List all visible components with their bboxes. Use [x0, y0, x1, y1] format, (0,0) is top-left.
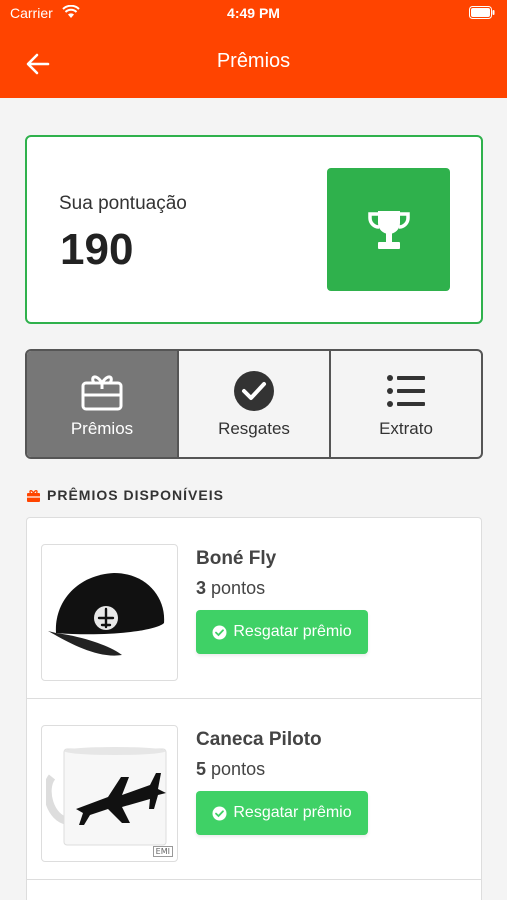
- score-label: Sua pontuação: [59, 193, 187, 214]
- check-circle-icon: [232, 369, 276, 413]
- tab-resgates[interactable]: Resgates: [177, 351, 329, 457]
- section-heading: PRÊMIOS DISPONÍVEIS: [26, 485, 224, 505]
- status-bar: Carrier 4:49 PM: [0, 0, 507, 28]
- tab-label: Prêmios: [70, 419, 134, 438]
- score-card: Sua pontuação 190: [25, 135, 483, 324]
- prize-points: 5 pontos: [196, 759, 266, 779]
- mug-image: EMI: [41, 725, 178, 862]
- check-circle-icon: [212, 806, 227, 820]
- trophy-badge: [327, 168, 450, 291]
- gift-icon: [27, 489, 40, 502]
- cap-image: [41, 544, 178, 681]
- prize-list: Boné Fly 3 pontos Resgatar prêmio EMI Ca…: [26, 517, 482, 900]
- prize-name: Boné Fly: [196, 548, 277, 569]
- trophy-icon: [367, 210, 410, 249]
- redeem-label: Resgatar prêmio: [233, 623, 352, 640]
- mug-icon: [45, 746, 166, 845]
- tab-extrato[interactable]: Extrato: [329, 351, 481, 457]
- tab-premios[interactable]: Prêmios: [27, 351, 177, 457]
- redeem-label: Resgatar prêmio: [233, 804, 352, 821]
- page-title: Prêmios: [216, 50, 291, 72]
- redeem-button[interactable]: Resgatar prêmio: [196, 610, 368, 654]
- tab-label: Resgates: [218, 419, 290, 438]
- list-item: EMI Caneca Piloto 5 pontos Resgatar prêm…: [27, 699, 481, 880]
- prize-name: Caneca Piloto: [196, 729, 322, 750]
- tab-bar: Prêmios Resgates Extrato: [25, 349, 483, 459]
- list-item: Boné Fly 3 pontos Resgatar prêmio: [27, 518, 481, 699]
- section-title: PRÊMIOS DISPONÍVEIS: [47, 487, 224, 503]
- status-time: 4:49 PM: [227, 5, 280, 21]
- cap-icon: [47, 572, 164, 656]
- battery-icon: [469, 6, 495, 19]
- redeem-button[interactable]: Resgatar prêmio: [196, 791, 368, 835]
- prize-points: 3 pontos: [196, 578, 266, 598]
- list-icon: [384, 369, 428, 413]
- score-value: 190: [60, 225, 134, 274]
- tab-label: Extrato: [379, 419, 433, 438]
- app-header: Carrier 4:49 PM Prêmios: [0, 0, 507, 98]
- mug-badge: EMI: [152, 846, 173, 857]
- check-circle-icon: [212, 625, 227, 639]
- gift-icon: [80, 369, 124, 413]
